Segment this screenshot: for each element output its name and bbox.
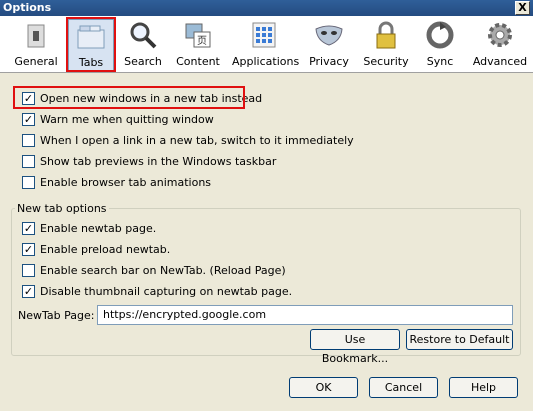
- toolbar-item-privacy[interactable]: Privacy: [306, 19, 352, 71]
- toolbar-label: Advanced: [472, 55, 528, 68]
- checkbox-unchecked[interactable]: [22, 154, 35, 168]
- toolbar-label: Privacy: [309, 55, 349, 68]
- gear-icon: [484, 19, 516, 51]
- checkbox-checked[interactable]: ✓: [22, 221, 35, 235]
- option-enable-newtab-page[interactable]: ✓ Enable newtab page.: [22, 221, 156, 237]
- checkbox-unchecked[interactable]: [22, 175, 35, 189]
- toolbar-label: Applications: [232, 55, 300, 68]
- option-disable-thumbnail-capturing[interactable]: ✓ Disable thumbnail capturing on newtab p…: [22, 284, 292, 300]
- toolbar-item-content[interactable]: 页 Content: [172, 19, 224, 71]
- title-bar: Options X: [0, 0, 533, 16]
- lock-icon: [370, 19, 402, 51]
- switch-icon: [20, 19, 52, 51]
- checkbox-checked[interactable]: ✓: [22, 242, 35, 256]
- tabs-highlight-box: [66, 17, 116, 72]
- option-enable-search-bar[interactable]: Enable search bar on NewTab. (Reload Pag…: [22, 263, 286, 279]
- svg-text:页: 页: [197, 35, 207, 47]
- option-label: Enable browser tab animations: [40, 176, 212, 189]
- content-icon: 页: [182, 19, 214, 51]
- option-label: Warn me when quitting window: [40, 113, 214, 126]
- option-highlight-box: [13, 86, 245, 109]
- window-title: Options: [3, 1, 52, 14]
- option-switch-to-new-tab[interactable]: When I open a link in a new tab, switch …: [22, 133, 354, 149]
- sync-icon: [424, 19, 456, 51]
- restore-default-button[interactable]: Restore to Default: [406, 329, 513, 350]
- toolbar-label: Sync: [426, 55, 454, 68]
- applications-icon: [248, 19, 280, 51]
- toolbar-item-security[interactable]: Security: [360, 19, 412, 71]
- ok-button[interactable]: OK: [289, 377, 358, 398]
- toolbar-item-sync[interactable]: Sync: [418, 19, 462, 71]
- toolbar-label: Search: [124, 55, 162, 68]
- option-label: When I open a link in a new tab, switch …: [40, 134, 354, 147]
- mask-icon: [313, 19, 345, 51]
- checkbox-unchecked[interactable]: [22, 263, 35, 277]
- newtab-page-label: NewTab Page:: [18, 309, 95, 322]
- option-tab-animations[interactable]: Enable browser tab animations: [22, 175, 211, 191]
- help-button[interactable]: Help: [449, 377, 518, 398]
- option-label: Enable preload newtab.: [40, 243, 171, 256]
- option-show-tab-previews[interactable]: Show tab previews in the Windows taskbar: [22, 154, 276, 170]
- toolbar-item-applications[interactable]: Applications: [232, 19, 300, 71]
- checkbox-unchecked[interactable]: [22, 133, 35, 147]
- option-label: Disable thumbnail capturing on newtab pa…: [40, 285, 293, 298]
- toolbar-item-search[interactable]: Search: [120, 19, 166, 71]
- option-enable-preload-newtab[interactable]: ✓ Enable preload newtab.: [22, 242, 170, 258]
- magnifier-icon: [127, 19, 159, 51]
- use-bookmark-button[interactable]: Use Bookmark...: [310, 329, 400, 365]
- option-label: Enable newtab page.: [40, 222, 157, 235]
- toolbar-item-general[interactable]: General: [10, 19, 62, 71]
- option-label: Show tab previews in the Windows taskbar: [40, 155, 277, 168]
- checkbox-checked[interactable]: ✓: [22, 112, 35, 126]
- option-warn-when-quitting[interactable]: ✓ Warn me when quitting window: [22, 112, 214, 128]
- toolbar-item-advanced[interactable]: Advanced: [472, 19, 528, 71]
- toolbar-label: Content: [176, 55, 220, 68]
- checkbox-checked[interactable]: ✓: [22, 284, 35, 298]
- toolbar-label: General: [14, 55, 58, 68]
- newtab-page-input[interactable]: https://encrypted.google.com: [97, 305, 513, 325]
- option-label: Enable search bar on NewTab. (Reload Pag…: [40, 264, 286, 277]
- close-button[interactable]: X: [515, 1, 530, 15]
- cancel-button[interactable]: Cancel: [369, 377, 438, 398]
- toolbar-label: Security: [363, 55, 409, 68]
- group-title: New tab options: [15, 202, 109, 215]
